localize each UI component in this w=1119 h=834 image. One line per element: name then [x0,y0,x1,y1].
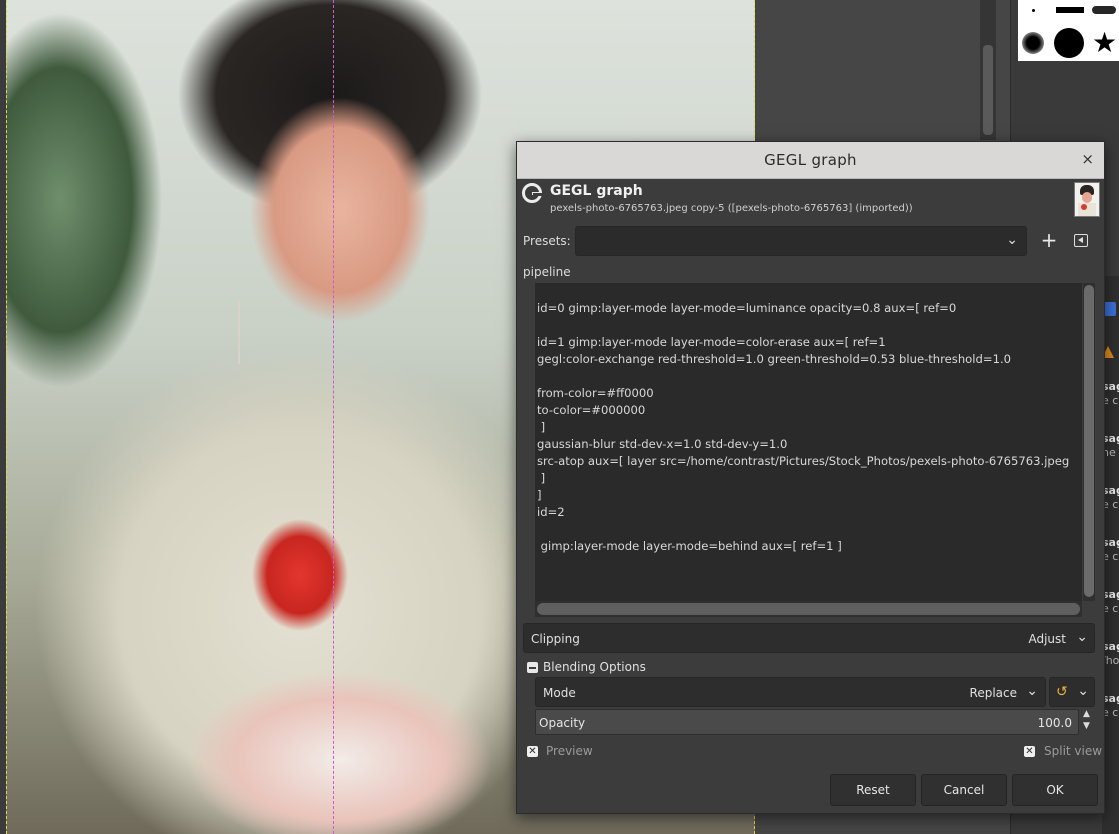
brushes-panel[interactable]: ★ [1018,0,1119,61]
pipeline-label: pipeline [523,265,571,279]
dialog-header: GEGL graph pexels-photo-6765763.jpeg cop… [517,178,1104,220]
pipeline-horizontal-scrollbar[interactable] [535,601,1082,617]
opacity-value: 100.0 [1037,716,1072,730]
mode-dropdown[interactable]: Mode Replace ⌄ [535,677,1046,707]
split-view-divider[interactable] [333,0,334,834]
add-preset-icon[interactable]: + [1039,230,1059,252]
presets-dropdown[interactable]: ⌄ [575,226,1027,256]
preset-menu-icon[interactable] [1074,234,1088,247]
scrollbar-thumb[interactable] [537,603,1080,615]
thumbnail-face [1082,192,1092,203]
chevron-down-icon: ⌄ [1076,629,1088,645]
spin-down-icon[interactable]: ▼ [1083,721,1090,731]
mode-label: Mode [543,686,576,700]
dialog-titlebar[interactable]: GEGL graph × [517,142,1104,179]
layer-boundary-left [6,0,7,834]
photo-earring [238,300,240,364]
presets-label: Presets: [523,234,571,248]
chevron-down-icon: ⌄ [1026,683,1038,699]
brush-soft-circle[interactable] [1022,32,1044,54]
spin-up-icon[interactable]: ▲ [1083,709,1090,719]
clipping-value: Adjust [1028,632,1066,646]
gegl-graph-dialog: GEGL graph × GEGL graph pexels-photo-676… [516,141,1105,814]
dialog-header-title: GEGL graph [550,183,643,199]
pipeline-text[interactable]: id=0 gimp:layer-mode layer-mode=luminanc… [537,283,1069,555]
cancel-button[interactable]: Cancel [921,774,1007,806]
brush-hard-circle[interactable] [1054,28,1084,58]
pipeline-vertical-scrollbar[interactable] [1083,283,1095,601]
pipeline-text-area[interactable]: id=0 gimp:layer-mode layer-mode=luminanc… [535,283,1082,601]
brush-soft-line[interactable] [1092,6,1116,14]
scrollbar-thumb[interactable] [1084,285,1094,597]
opacity-spin-buttons[interactable]: ▲ ▼ [1082,709,1095,735]
thumbnail-flower [1081,204,1087,210]
brush-line[interactable] [1056,7,1084,13]
layer-thumbnail [1074,182,1100,217]
chevron-down-icon: ⌄ [1077,683,1089,699]
mode-switch-button[interactable]: ↺ ⌄ [1049,677,1095,707]
brush-dot[interactable] [1032,9,1035,12]
gegl-logo-icon [522,183,542,203]
opacity-slider[interactable]: Opacity 100.0 [535,709,1079,735]
dialog-window-title: GEGL graph [764,151,857,169]
ok-button[interactable]: OK [1012,774,1098,806]
dialog-header-subtitle: pexels-photo-6765763.jpeg copy-5 ([pexel… [550,203,913,214]
split-view-label: Split view [1044,744,1103,758]
clipping-label: Clipping [531,632,580,646]
scrollbar-thumb[interactable] [983,45,993,135]
swap-icon: ↺ [1056,684,1068,700]
preview-checkbox[interactable]: ✕ [527,746,538,757]
blending-options-label: Blending Options [543,660,646,674]
mode-value: Replace [969,686,1017,700]
canvas-scrollbar[interactable] [980,0,996,140]
split-view-checkbox[interactable]: ✕ [1024,746,1035,757]
opacity-label: Opacity [539,716,586,730]
reset-button[interactable]: Reset [830,774,916,806]
clipping-row: Clipping Adjust ⌄ [523,623,1095,653]
collapse-icon [527,662,538,673]
chevron-down-icon: ⌄ [1006,232,1018,248]
brush-star[interactable]: ★ [1092,29,1117,57]
close-icon[interactable]: × [1081,150,1094,168]
preview-label: Preview [546,744,593,758]
